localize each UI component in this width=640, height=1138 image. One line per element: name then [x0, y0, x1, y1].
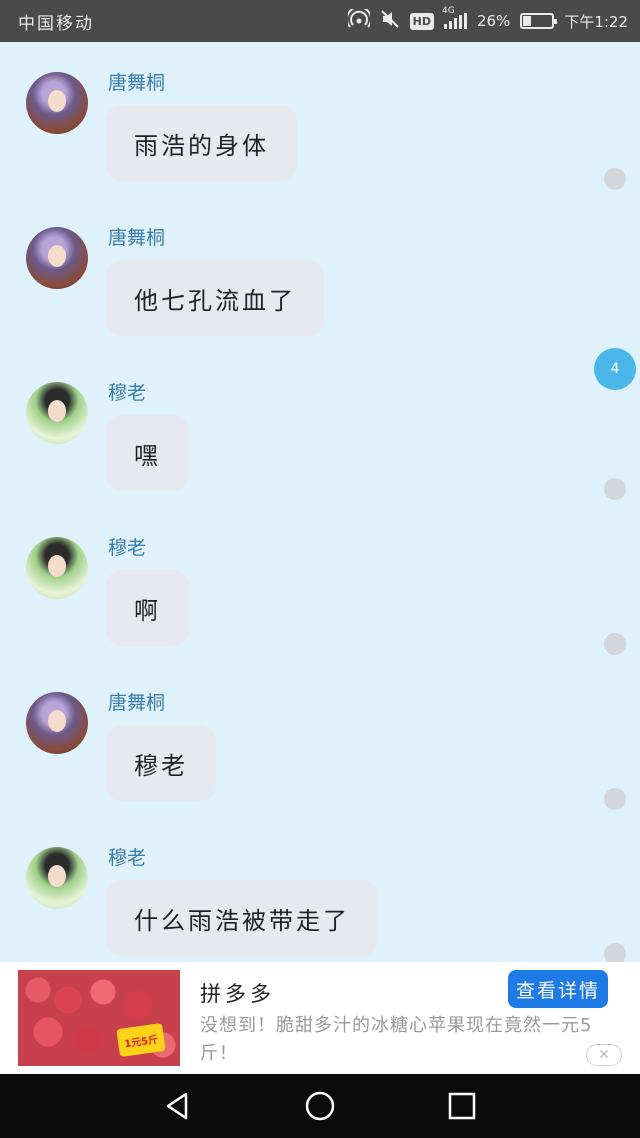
hd-badge: HD [409, 12, 434, 30]
read-dot [604, 943, 626, 962]
clock: 下午1:22 [564, 12, 628, 31]
message-row: 穆老 嘿 [0, 352, 640, 507]
message-bubble[interactable]: 雨浩的身体 [106, 105, 297, 181]
message-row: 唐舞桐 他七孔流血了 [0, 197, 640, 352]
message-row: 穆老 什么雨浩被带走了 [0, 817, 640, 962]
status-icons: HD 4G 26% 下午1:22 [345, 5, 628, 34]
message-bubble[interactable]: 穆老 [106, 725, 216, 801]
sender-name: 穆老 [108, 382, 147, 404]
home-icon[interactable] [304, 1090, 336, 1122]
read-dot [604, 168, 626, 190]
signal-icon: 4G [442, 6, 467, 29]
avatar[interactable] [26, 227, 88, 289]
sender-name: 唐舞桐 [108, 72, 166, 94]
ad-image[interactable]: 1元5斤 [18, 970, 180, 1066]
ad-price-sticker: 1元5斤 [116, 1022, 166, 1058]
battery-icon [520, 13, 558, 29]
ad-description: 没想到！脆甜多汁的冰糖心苹果现在竟然一元5斤！ [200, 1015, 593, 1064]
ad-banner[interactable]: 1元5斤 拼多多 没想到！脆甜多汁的冰糖心苹果现在竟然一元5斤！ 查看详情 ✕ [0, 962, 640, 1074]
avatar[interactable] [26, 537, 88, 599]
mute-icon [380, 9, 400, 34]
message-bubble[interactable]: 嘿 [106, 415, 189, 491]
read-dot [604, 633, 626, 655]
view-details-button[interactable]: 查看详情 [508, 970, 608, 1008]
sender-name: 唐舞桐 [108, 692, 166, 714]
message-row: 穆老 啊 [0, 507, 640, 662]
carrier-name: 中国移动 [18, 13, 94, 34]
back-icon[interactable] [162, 1090, 194, 1122]
sender-name: 穆老 [108, 847, 147, 869]
recent-apps-icon[interactable] [446, 1090, 478, 1122]
message-bubble[interactable]: 啊 [106, 570, 189, 646]
floating-counter-badge[interactable]: 4 [594, 348, 636, 390]
message-bubble[interactable]: 什么雨浩被带走了 [106, 880, 378, 956]
message-row: 唐舞桐 穆老 [0, 662, 640, 817]
avatar[interactable] [26, 382, 88, 444]
message-bubble[interactable]: 他七孔流血了 [106, 260, 324, 336]
hotspot-icon [345, 5, 372, 34]
chat-list[interactable]: 唐舞桐 雨浩的身体 唐舞桐 他七孔流血了 穆老 嘿 穆老 啊 唐舞桐 穆老 穆老… [0, 42, 640, 962]
close-icon[interactable]: ✕ [586, 1044, 622, 1066]
avatar[interactable] [26, 692, 88, 754]
read-dot [604, 788, 626, 810]
sender-name: 穆老 [108, 537, 147, 559]
ad-title: 拼多多 [200, 982, 275, 1006]
battery-percent: 26% [476, 12, 511, 30]
read-dot [604, 478, 626, 500]
status-bar: 中国移动 HD 4G 26% 下午1:22 [0, 0, 640, 42]
avatar[interactable] [26, 72, 88, 134]
navigation-bar [0, 1074, 640, 1138]
sender-name: 唐舞桐 [108, 227, 166, 249]
avatar[interactable] [26, 847, 88, 909]
message-row: 唐舞桐 雨浩的身体 [0, 42, 640, 197]
network-type: 4G [441, 6, 455, 16]
